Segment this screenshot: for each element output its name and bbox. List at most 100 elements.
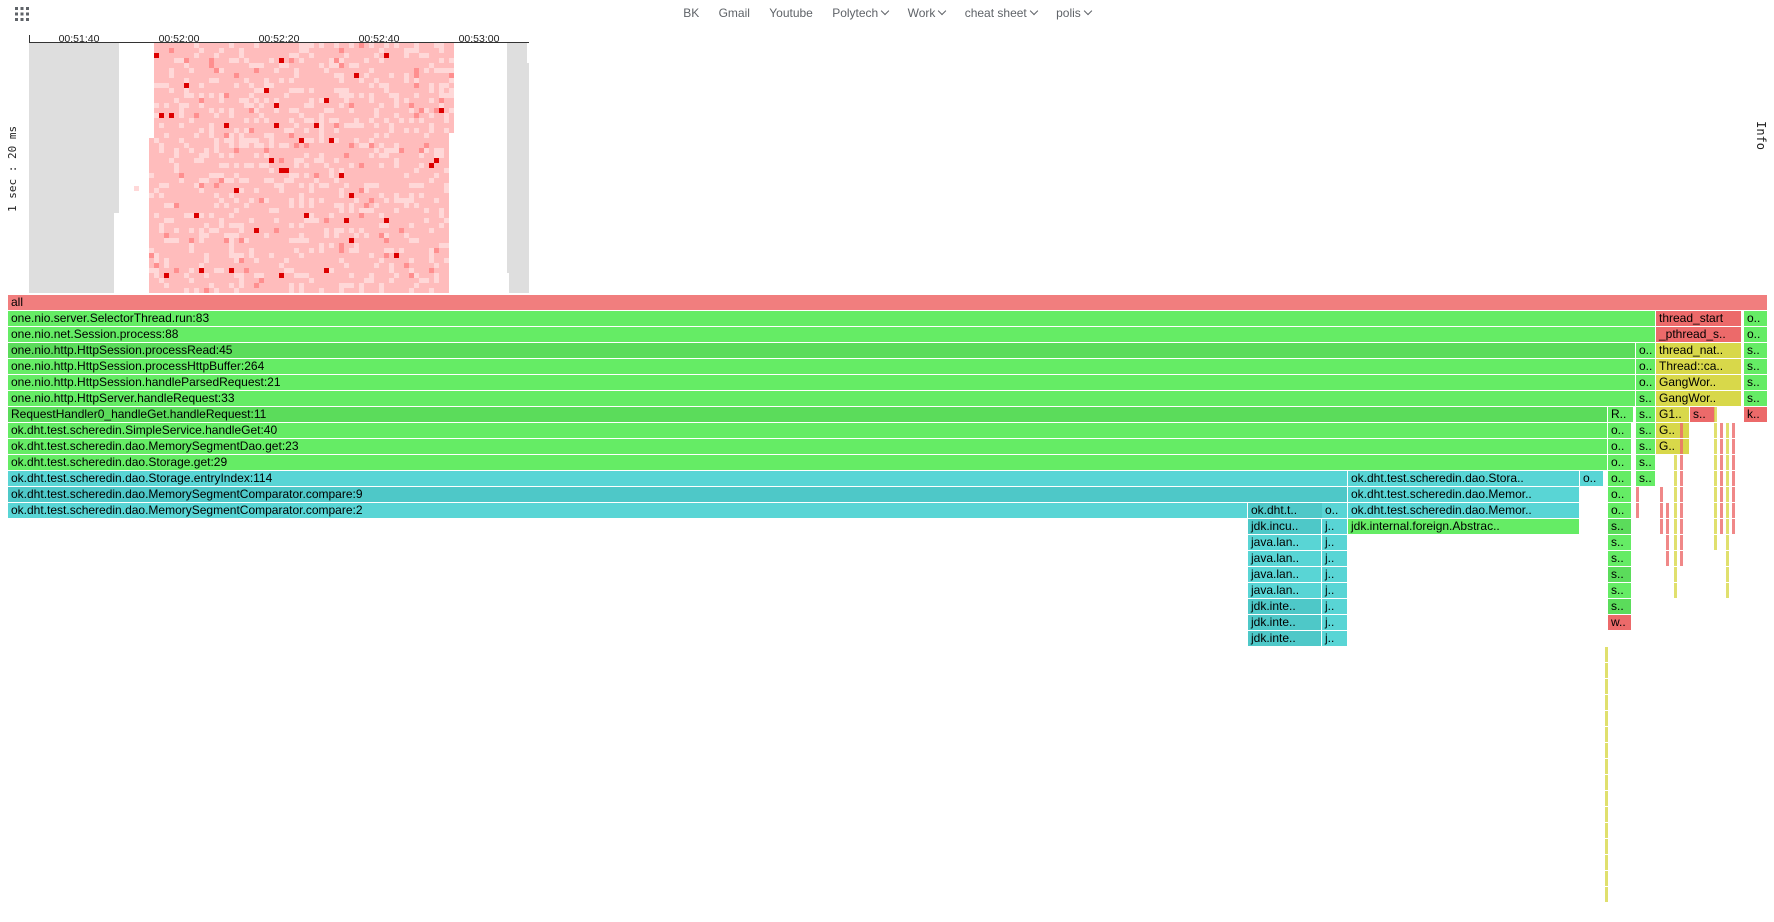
flame-frame[interactable]: jdk.inte..	[1248, 599, 1322, 614]
flame-frame[interactable]: s..	[1636, 471, 1656, 486]
flame-frame[interactable]: one.nio.server.SelectorThread.run:83	[8, 311, 1656, 326]
flame-frame[interactable]: s..	[1608, 519, 1632, 534]
flame-frame[interactable]: o..	[1608, 423, 1632, 438]
flame-frame-sliver[interactable]	[1674, 423, 1677, 599]
flame-frame[interactable]: o..	[1608, 455, 1632, 470]
flame-frame[interactable]: o..	[1636, 375, 1656, 390]
flame-frame-sliver[interactable]	[1636, 487, 1639, 519]
flame-frame[interactable]: w..	[1608, 615, 1632, 630]
bookmark-bk[interactable]: BK	[683, 6, 699, 20]
flame-frame[interactable]: ok.dht.test.scheredin.dao.MemorySegmentD…	[8, 439, 1608, 454]
flame-frame[interactable]: o..	[1744, 327, 1768, 342]
flame-frame[interactable]: o..	[1608, 487, 1632, 502]
flame-frame[interactable]: java.lan..	[1248, 535, 1322, 550]
flame-frame[interactable]: o..	[1608, 439, 1632, 454]
heatmap-cell	[264, 98, 269, 103]
heatmap-cell	[289, 188, 294, 193]
flame-frame[interactable]: s..	[1608, 583, 1632, 598]
flame-frame[interactable]: o..	[1636, 359, 1656, 374]
flame-frame[interactable]: j..	[1322, 615, 1348, 630]
flame-frame[interactable]: o..	[1636, 343, 1656, 358]
flame-frame[interactable]: R..	[1608, 407, 1634, 422]
flame-frame[interactable]: j..	[1322, 551, 1348, 566]
flame-frame[interactable]: thread_start	[1656, 311, 1742, 326]
flame-frame[interactable]: s..	[1636, 423, 1656, 438]
heatmap-cell	[284, 43, 289, 48]
flame-frame[interactable]: ok.dht.test.scheredin.dao.MemorySegmentC…	[8, 487, 1348, 502]
flame-frame[interactable]: jdk.inte..	[1248, 615, 1322, 630]
flame-frame[interactable]: java.lan..	[1248, 583, 1322, 598]
flame-frame[interactable]: jdk.incu..	[1248, 519, 1322, 534]
flame-frame[interactable]: s..	[1744, 375, 1768, 390]
flame-frame[interactable]: ok.dht.test.scheredin.dao.Stora..	[1348, 471, 1580, 486]
flame-frame[interactable]: java.lan..	[1248, 551, 1322, 566]
flame-frame[interactable]: GangWor..	[1656, 375, 1742, 390]
flame-frame[interactable]: j..	[1322, 567, 1348, 582]
flame-frame[interactable]: o..	[1608, 471, 1632, 486]
flame-frame[interactable]: j..	[1322, 599, 1348, 614]
flame-frame-sliver[interactable]	[1680, 423, 1683, 567]
bookmark-folder-work[interactable]: Work	[908, 6, 947, 20]
flame-frame[interactable]: ok.dht.test.scheredin.dao.Storage.get:29	[8, 455, 1608, 470]
flame-frame[interactable]: thread_nat..	[1656, 343, 1742, 358]
flame-frame[interactable]: s..	[1608, 535, 1632, 550]
bookmark-folder-polis[interactable]: polis	[1056, 6, 1093, 20]
bookmark-youtube[interactable]: Youtube	[769, 6, 813, 20]
flame-frame-sliver[interactable]	[1660, 487, 1663, 535]
flame-frame[interactable]: _pthread_s..	[1656, 327, 1742, 342]
flame-frame[interactable]: jdk.internal.foreign.Abstrac..	[1348, 519, 1580, 534]
flame-frame[interactable]: one.nio.http.HttpServer.handleRequest:33	[8, 391, 1636, 406]
flame-frame[interactable]: java.lan..	[1248, 567, 1322, 582]
flame-frame[interactable]: s..	[1636, 439, 1656, 454]
flame-frame[interactable]: s..	[1608, 599, 1632, 614]
flame-frame[interactable]: RequestHandler0_handleGet.handleRequest:…	[8, 407, 1608, 422]
flame-frame[interactable]: ok.dht.test.scheredin.dao.Memor..	[1348, 503, 1580, 518]
flame-frame[interactable]: s..	[1690, 407, 1716, 422]
bookmark-folder-cheat-sheet[interactable]: cheat sheet	[965, 6, 1038, 20]
flame-frame-sliver[interactable]	[1714, 407, 1717, 551]
flame-frame[interactable]: o..	[1322, 503, 1348, 518]
flame-frame[interactable]: one.nio.net.Session.process:88	[8, 327, 1656, 342]
flame-frame[interactable]: s..	[1744, 343, 1768, 358]
flame-frame-sliver[interactable]	[1720, 423, 1723, 535]
cpu-heatmap[interactable]	[29, 43, 534, 293]
flame-frame-sliver[interactable]	[1605, 647, 1608, 903]
flame-frame[interactable]: s..	[1744, 359, 1768, 374]
info-panel-toggle[interactable]: Info	[1754, 121, 1768, 150]
flame-frame[interactable]: G1..	[1656, 407, 1690, 422]
flame-frame[interactable]: j..	[1322, 583, 1348, 598]
flame-frame[interactable]: G..	[1656, 439, 1690, 454]
bookmark-gmail[interactable]: Gmail	[719, 6, 750, 20]
flame-frame[interactable]: ok.dht.test.scheredin.dao.Memor..	[1348, 487, 1580, 502]
flame-frame[interactable]: o..	[1608, 503, 1632, 518]
flame-frame-sliver[interactable]	[1732, 423, 1735, 535]
flame-frame[interactable]: ok.dht.test.scheredin.dao.Storage.entryI…	[8, 471, 1348, 486]
flame-frame[interactable]: s..	[1608, 567, 1632, 582]
flame-frame[interactable]: one.nio.http.HttpSession.processRead:45	[8, 343, 1636, 358]
flame-frame[interactable]: one.nio.http.HttpSession.handleParsedReq…	[8, 375, 1636, 390]
flame-frame[interactable]: G..	[1656, 423, 1690, 438]
flame-frame[interactable]: j..	[1322, 535, 1348, 550]
flame-frame[interactable]: k..	[1744, 407, 1768, 422]
bookmark-folder-polytech[interactable]: Polytech	[832, 6, 890, 20]
flame-frame[interactable]: Thread::ca..	[1656, 359, 1742, 374]
flame-frame-sliver[interactable]	[1666, 503, 1669, 567]
flame-frame[interactable]: jdk.inte..	[1248, 631, 1322, 646]
heatmap-cell	[319, 158, 324, 163]
flame-frame[interactable]: ok.dht.test.scheredin.dao.MemorySegmentC…	[8, 503, 1248, 518]
flame-frame[interactable]: s..	[1636, 407, 1656, 422]
flame-frame[interactable]: one.nio.http.HttpSession.processHttpBuff…	[8, 359, 1636, 374]
flame-frame[interactable]: j..	[1322, 519, 1348, 534]
flame-frame[interactable]: s..	[1744, 391, 1768, 406]
flame-frame[interactable]: GangWor..	[1656, 391, 1742, 406]
heatmap-cell	[299, 88, 304, 93]
flame-frame[interactable]: s..	[1636, 391, 1656, 406]
flame-frame[interactable]: j..	[1322, 631, 1348, 646]
flame-frame[interactable]: ok.dht.test.scheredin.SimpleService.hand…	[8, 423, 1608, 438]
flame-frame[interactable]: o..	[1744, 311, 1768, 326]
flame-frame[interactable]: s..	[1608, 551, 1632, 566]
flame-frame[interactable]: s..	[1636, 455, 1656, 470]
flame-frame[interactable]: o..	[1580, 471, 1604, 486]
flame-frame[interactable]: all	[8, 295, 1768, 310]
flame-frame-sliver[interactable]	[1726, 423, 1729, 599]
